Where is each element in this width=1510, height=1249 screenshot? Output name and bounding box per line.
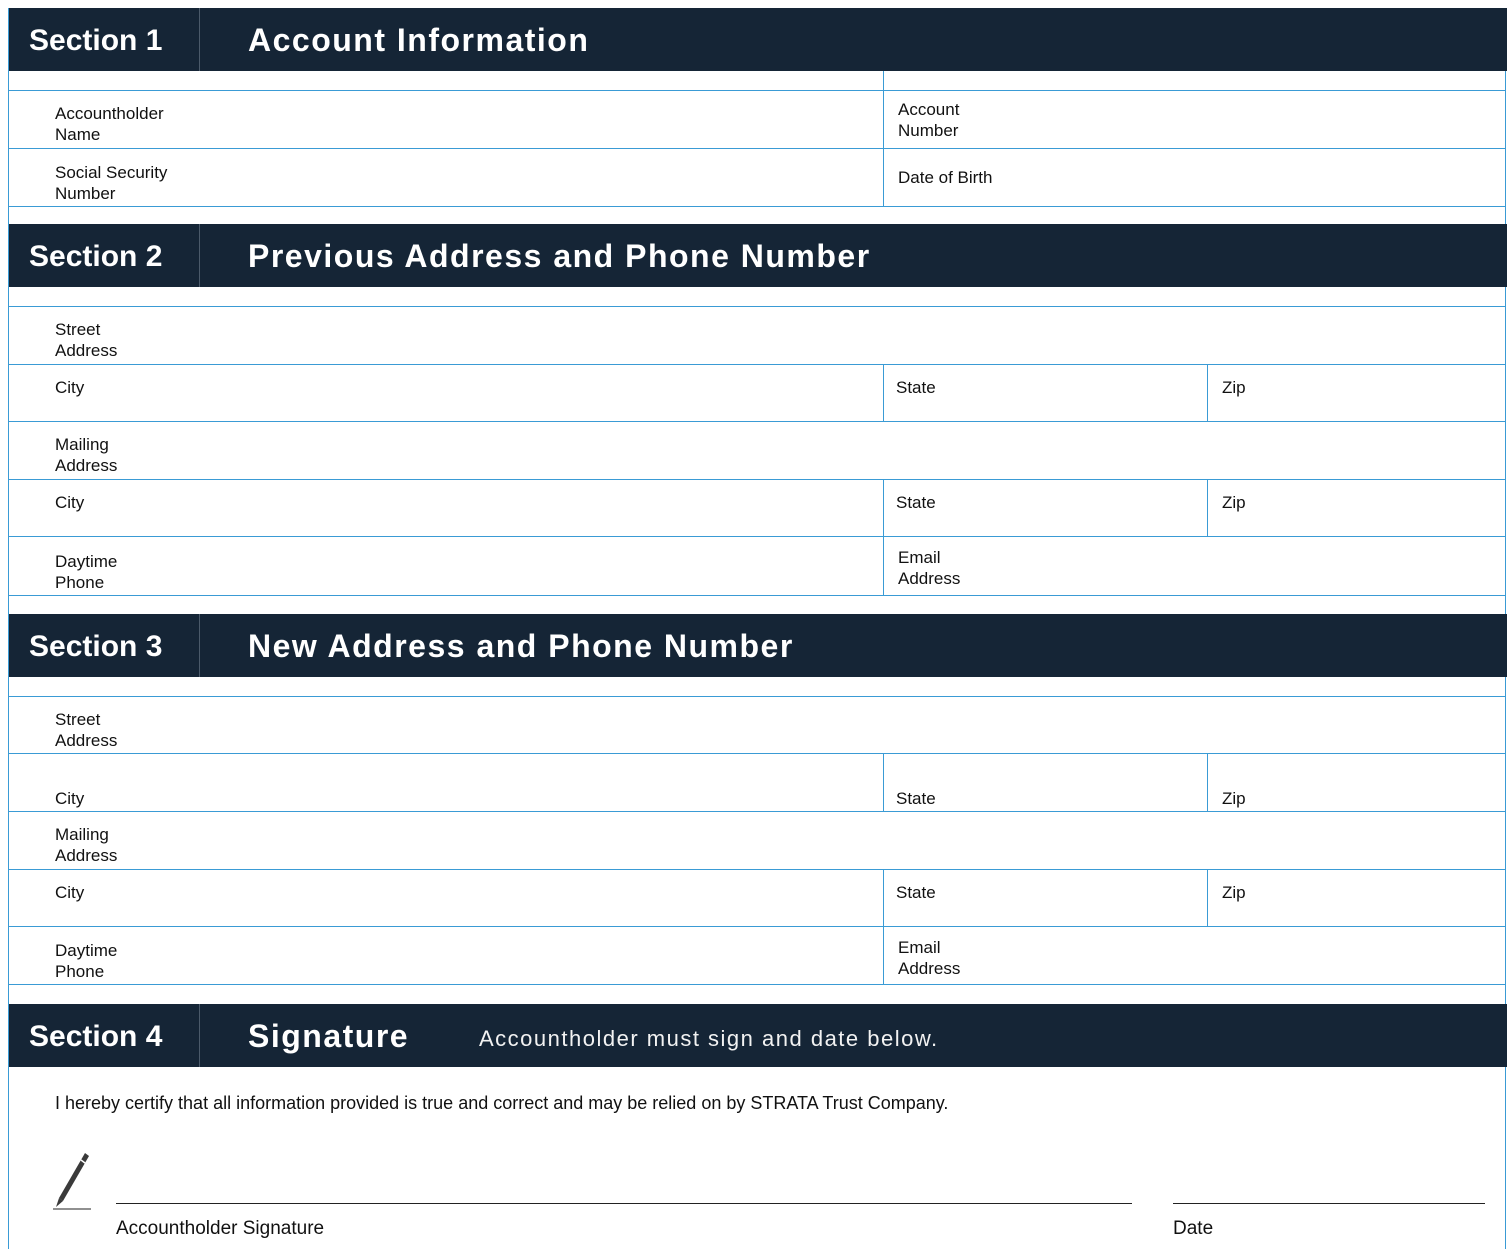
field-label: City	[55, 378, 85, 397]
mailing-zip-field[interactable]: Zip	[1207, 870, 1505, 926]
mailing-state-field[interactable]: State	[883, 480, 1207, 536]
field-label: Email Address	[898, 938, 961, 978]
section-title: Previous Address and Phone Number	[248, 238, 871, 274]
section-4-header: Section 4 Signature Accountholder must s…	[9, 1004, 1507, 1067]
section-1-header: Section 1 Account Information	[9, 8, 1507, 71]
section-2: Section 2 Previous Address and Phone Num…	[8, 224, 1507, 614]
zip-field[interactable]: Zip	[1207, 365, 1505, 421]
state-field[interactable]: State	[883, 365, 1207, 421]
field-label: Social Security Number	[55, 163, 168, 203]
signature-label: Accountholder Signature	[116, 1218, 325, 1239]
form-row: City State Zip	[9, 870, 1505, 927]
section-number: Section 4	[29, 1020, 163, 1053]
form-row: Mailing Address	[9, 422, 1505, 480]
form-row: City State Zip	[9, 754, 1505, 812]
section-3-header: Section 3 New Address and Phone Number	[9, 614, 1507, 677]
field-label: City	[55, 493, 85, 512]
field-label: State	[896, 883, 936, 902]
spacer-row	[9, 677, 1505, 697]
ssn-field[interactable]: Social Security Number	[9, 149, 883, 206]
header-divider	[199, 224, 200, 287]
header-divider	[199, 1004, 200, 1067]
field-label: Zip	[1222, 883, 1246, 902]
date-of-birth-field[interactable]: Date of Birth	[883, 149, 1505, 206]
section-title: Account Information	[248, 22, 590, 58]
mailing-state-field[interactable]: State	[883, 870, 1207, 926]
date-label: Date	[1173, 1218, 1214, 1239]
street-address-field[interactable]: Street Address	[9, 697, 1505, 753]
spacer-row	[9, 71, 1505, 91]
field-label: Street Address	[55, 320, 118, 360]
section-number: Section 1	[29, 24, 163, 57]
section-title: Signature	[248, 1018, 410, 1054]
pen-icon	[51, 1149, 91, 1213]
field-label: Daytime Phone	[55, 552, 118, 592]
field-label: City	[55, 883, 85, 902]
field-label: State	[896, 493, 936, 512]
mailing-zip-field[interactable]: Zip	[1207, 480, 1505, 536]
field-label: Email Address	[898, 548, 961, 588]
section-title: New Address and Phone Number	[248, 628, 794, 664]
field-label: Zip	[1222, 493, 1246, 512]
field-label: Date of Birth	[898, 168, 993, 187]
date-line[interactable]	[1173, 1202, 1485, 1204]
section-4: Section 4 Signature Accountholder must s…	[8, 1004, 1507, 1249]
form-row: Mailing Address	[9, 812, 1505, 870]
mailing-city-field[interactable]: City	[9, 870, 883, 926]
field-label: Mailing Address	[55, 435, 118, 475]
field-label: Account Number	[898, 100, 960, 140]
mailing-address-field[interactable]: Mailing Address	[9, 422, 1505, 479]
form-row: Street Address	[9, 307, 1505, 365]
section-subtitle: Accountholder must sign and date below.	[479, 1026, 939, 1051]
email-address-field[interactable]: Email Address	[883, 927, 1505, 984]
field-label: Accountholder Name	[55, 104, 164, 144]
form-row: Social Security Number Date of Birth	[9, 149, 1505, 207]
section-number: Section 3	[29, 630, 163, 663]
header-divider	[199, 614, 200, 677]
field-label: Mailing Address	[55, 825, 118, 865]
form-row: Daytime Phone Email Address	[9, 537, 1505, 596]
city-field[interactable]: City	[9, 365, 883, 421]
signature-line[interactable]	[116, 1202, 1132, 1204]
section-number: Section 2	[29, 240, 163, 273]
form-row: Street Address	[9, 697, 1505, 754]
account-number-field[interactable]: Account Number	[883, 91, 1505, 148]
mailing-address-field[interactable]: Mailing Address	[9, 812, 1505, 869]
section-2-header: Section 2 Previous Address and Phone Num…	[9, 224, 1507, 287]
city-field[interactable]: City	[9, 754, 883, 811]
form-row: City State Zip	[9, 480, 1505, 537]
section-1: Section 1 Account Information Accounthol…	[8, 8, 1507, 224]
form-row: City State Zip	[9, 365, 1505, 422]
header-divider	[199, 8, 200, 71]
address-change-form: Section 1 Account Information Accounthol…	[8, 8, 1507, 1249]
zip-field[interactable]: Zip	[1207, 754, 1505, 811]
state-field[interactable]: State	[883, 754, 1207, 811]
accountholder-name-field[interactable]: Accountholder Name	[9, 91, 883, 148]
mailing-city-field[interactable]: City	[9, 480, 883, 536]
spacer-cell	[883, 71, 1505, 90]
field-label: State	[896, 378, 936, 397]
daytime-phone-field[interactable]: Daytime Phone	[9, 927, 883, 984]
form-row: Daytime Phone Email Address	[9, 927, 1505, 985]
daytime-phone-field[interactable]: Daytime Phone	[9, 537, 883, 595]
certification-text: I hereby certify that all information pr…	[55, 1093, 949, 1113]
spacer-row	[9, 287, 1505, 307]
field-label: Street Address	[55, 710, 118, 750]
street-address-field[interactable]: Street Address	[9, 307, 1505, 364]
field-label: Daytime Phone	[55, 941, 118, 981]
field-label: City	[55, 789, 85, 808]
email-address-field[interactable]: Email Address	[883, 537, 1505, 595]
form-row: Accountholder Name Account Number	[9, 91, 1505, 149]
field-label: State	[896, 789, 936, 808]
field-label: Zip	[1222, 789, 1246, 808]
section-3: Section 3 New Address and Phone Number S…	[8, 614, 1507, 1004]
field-label: Zip	[1222, 378, 1246, 397]
